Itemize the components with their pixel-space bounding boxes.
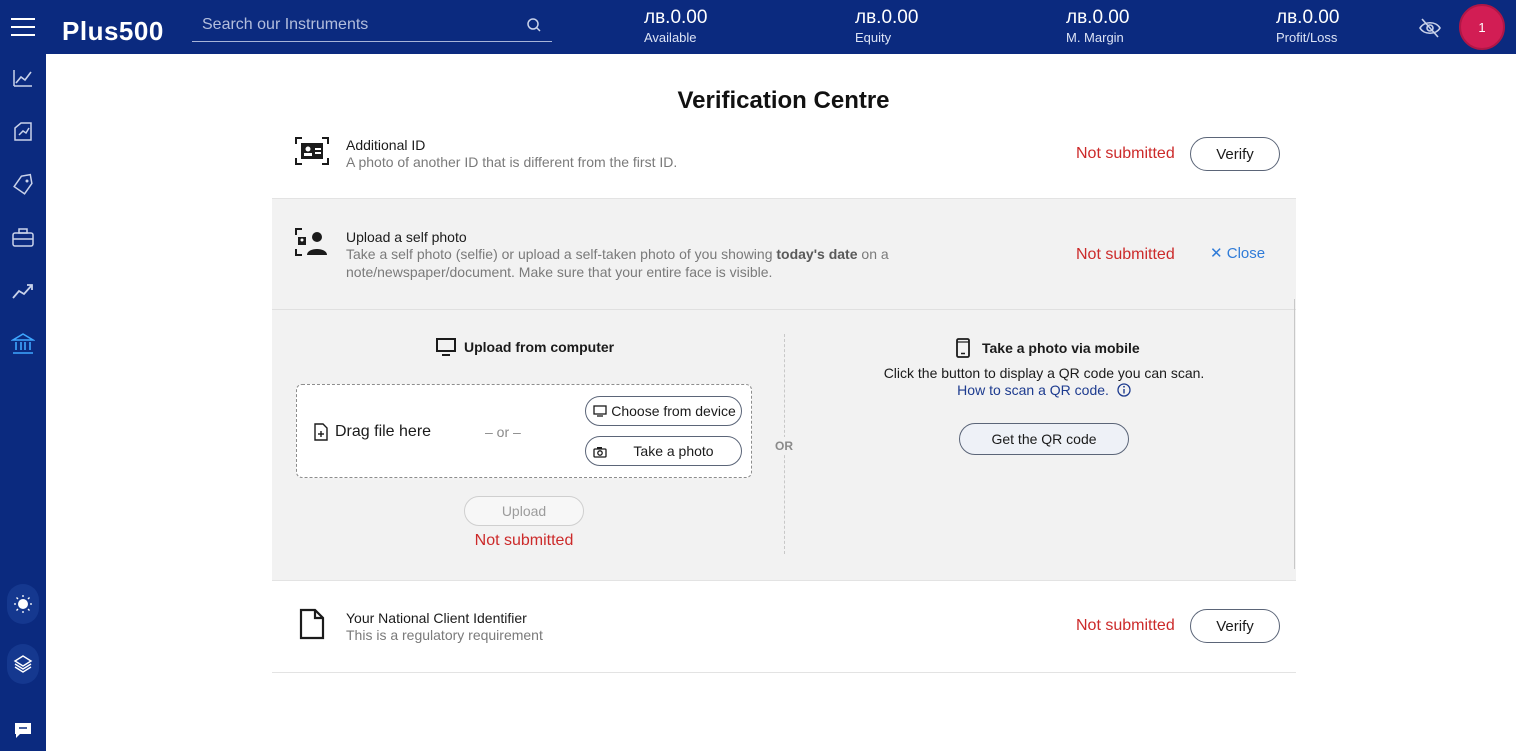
menu-icon[interactable]: [0, 0, 46, 54]
insights-icon[interactable]: [11, 279, 35, 303]
divider: [272, 580, 1296, 581]
sidebar: [0, 54, 46, 751]
stat-available: лв.0.00 Available: [644, 6, 707, 46]
orders-tag-icon[interactable]: [11, 173, 35, 197]
verification-item-self-photo: Upload a self photo Take a self photo (s…: [272, 199, 1296, 580]
or-label: OR: [775, 437, 793, 455]
page-title: Verification Centre: [677, 87, 890, 114]
verification-item-national-client-identifier: Your National Client Identifier This is …: [272, 595, 1296, 672]
stat-value: лв.0.00: [1276, 7, 1340, 28]
status-badge: Not submitted: [1076, 145, 1175, 162]
stat-margin: лв.0.00 M. Margin: [1066, 6, 1129, 46]
upload-status: Not submitted: [474, 532, 574, 549]
plus500-logo[interactable]: Plus500: [60, 10, 185, 46]
divider: [272, 309, 1296, 310]
stat-value: лв.0.00: [855, 7, 919, 28]
file-add-icon: [314, 423, 328, 441]
notifications-avatar[interactable]: 1: [1459, 4, 1505, 50]
take-photo-via-mobile-heading: Take a photo via mobile: [956, 338, 1140, 358]
close-icon: ✕: [1210, 245, 1223, 262]
bank-funds-icon[interactable]: [11, 332, 35, 356]
stat-value: лв.0.00: [644, 7, 708, 28]
selfie-icon: [295, 228, 327, 256]
heading-text: Upload from computer: [464, 339, 615, 355]
verify-button[interactable]: Verify: [1190, 609, 1280, 643]
search-input[interactable]: [202, 14, 522, 36]
camera-icon: [593, 447, 607, 458]
document-icon: [299, 608, 325, 640]
description-text: Take a self photo (selfie) or upload a s…: [346, 246, 777, 262]
choose-from-device-button[interactable]: Choose from device: [585, 396, 742, 426]
search-icon[interactable]: [526, 17, 542, 33]
stat-label: Equity: [855, 30, 892, 45]
heading-text: Take a photo via mobile: [982, 340, 1140, 356]
description-bold: today's date: [776, 246, 858, 262]
logo-text: Plus500: [62, 16, 164, 46]
verification-item-additional-id: Additional ID A photo of another ID that…: [272, 130, 1296, 198]
mobile-phone-icon: [956, 338, 970, 358]
scrollbar[interactable]: [1294, 299, 1295, 569]
close-label: Close: [1226, 245, 1266, 262]
upload-button[interactable]: Upload: [464, 496, 584, 526]
layers-icon: [13, 655, 33, 673]
notification-count: 1: [1478, 19, 1486, 35]
item-title: Upload a self photo: [346, 229, 467, 245]
stat-label: Available: [644, 30, 697, 45]
monitor-icon: [593, 405, 607, 417]
status-badge: Not submitted: [1076, 617, 1175, 634]
id-card-icon: [295, 137, 329, 165]
layers-toggle[interactable]: [7, 644, 39, 684]
verify-button[interactable]: Verify: [1190, 137, 1280, 171]
close-button[interactable]: ✕ Close: [1210, 244, 1265, 262]
stat-value: лв.0.00: [1066, 7, 1130, 28]
sun-icon: [14, 595, 32, 613]
qr-help-link[interactable]: How to scan a QR code.: [832, 382, 1256, 398]
item-description: A photo of another ID that is different …: [346, 154, 678, 170]
top-bar: Plus500 лв.0.00 Available лв.0.00 Equity…: [0, 0, 1516, 54]
or-separator: – or –: [485, 424, 521, 440]
item-description: This is a regulatory requirement: [346, 627, 543, 643]
positions-icon[interactable]: [11, 120, 35, 144]
theme-toggle[interactable]: [7, 584, 39, 624]
item-title: Additional ID: [346, 137, 426, 153]
hide-balance-icon[interactable]: [1418, 16, 1442, 40]
upload-from-computer-heading: Upload from computer: [436, 338, 614, 356]
stat-profit-loss: лв.0.00 Profit/Loss: [1276, 6, 1339, 46]
item-title: Your National Client Identifier: [346, 610, 527, 626]
portfolio-briefcase-icon[interactable]: [11, 226, 35, 250]
stat-equity: лв.0.00 Equity: [855, 6, 918, 46]
status-badge: Not submitted: [1076, 246, 1175, 263]
stat-label: Profit/Loss: [1276, 30, 1338, 45]
chat-icon[interactable]: [13, 720, 33, 740]
file-drop-zone[interactable]: Drag file here – or – Choose from device…: [296, 384, 752, 478]
chart-icon[interactable]: [11, 66, 35, 90]
get-qr-code-button[interactable]: Get the QR code: [959, 423, 1129, 455]
monitor-icon: [436, 338, 456, 356]
button-label: Take a photo: [633, 443, 714, 459]
stat-label: M. Margin: [1066, 30, 1124, 45]
search-box[interactable]: [192, 9, 552, 42]
button-label: Choose from device: [611, 403, 736, 419]
info-icon: [1117, 383, 1131, 397]
divider: [272, 672, 1296, 673]
take-a-photo-button[interactable]: Take a photo: [585, 436, 742, 466]
drag-file-label: Drag file here: [335, 423, 432, 440]
item-description: Take a self photo (selfie) or upload a s…: [346, 245, 906, 281]
link-text: How to scan a QR code.: [957, 382, 1109, 398]
mobile-instructions: Click the button to display a QR code yo…: [883, 365, 1205, 381]
